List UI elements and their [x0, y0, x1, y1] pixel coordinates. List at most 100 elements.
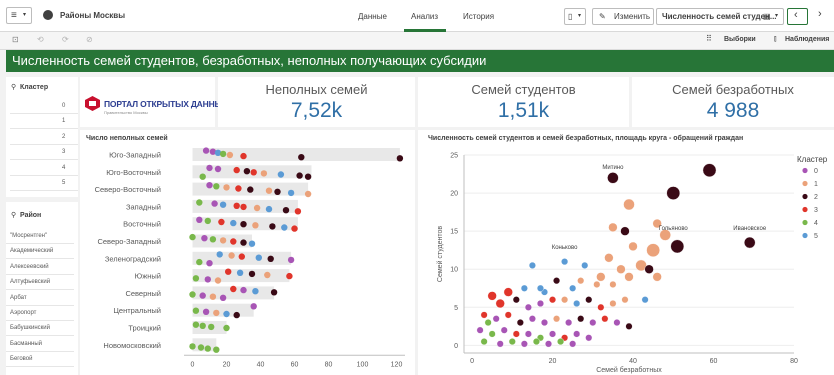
district-bubble[interactable] — [536, 299, 544, 307]
district-bubble[interactable] — [641, 296, 649, 304]
district-point[interactable] — [209, 293, 217, 300]
district-point[interactable] — [304, 190, 312, 198]
district-point[interactable] — [248, 240, 256, 247]
district-point[interactable] — [204, 217, 211, 225]
district-point[interactable] — [286, 272, 293, 280]
district-bubble[interactable] — [500, 326, 508, 334]
district-point[interactable] — [294, 208, 302, 215]
district-point[interactable] — [233, 166, 240, 174]
district-point[interactable] — [240, 221, 247, 228]
district-bubble[interactable] — [561, 296, 569, 304]
district-point[interactable] — [264, 271, 271, 279]
district-point[interactable] — [277, 171, 285, 178]
observations-button[interactable]: Наблюдения — [785, 36, 829, 43]
district-point[interactable] — [243, 168, 251, 175]
district-point[interactable] — [250, 169, 257, 176]
district-point[interactable] — [192, 307, 200, 314]
district-list-item[interactable]: Академический — [6, 244, 74, 260]
district-bubble[interactable] — [565, 319, 573, 327]
previous-sheet-button[interactable]: ‹ — [787, 8, 808, 25]
legend-marker[interactable] — [802, 232, 808, 239]
cluster-list-item[interactable]: 1 — [10, 114, 78, 130]
cluster-list-item[interactable]: 5 — [10, 176, 78, 191]
district-bubble[interactable] — [520, 284, 528, 292]
district-point[interactable] — [218, 218, 225, 226]
district-point[interactable] — [196, 216, 203, 223]
district-point[interactable] — [236, 269, 244, 276]
legend-marker[interactable] — [802, 167, 808, 174]
legend-marker[interactable] — [802, 219, 808, 226]
district-bubble[interactable] — [516, 319, 524, 327]
district-bubble[interactable] — [520, 340, 528, 348]
district-bubble[interactable] — [495, 298, 505, 309]
district-point[interactable] — [189, 233, 196, 241]
district-bubble[interactable] — [488, 330, 496, 338]
district-point[interactable] — [219, 237, 227, 244]
bookmark-button[interactable]: ▯ ▾ — [564, 8, 586, 25]
district-bubble[interactable] — [613, 319, 621, 327]
district-point[interactable] — [206, 182, 213, 189]
district-bubble[interactable] — [508, 338, 516, 346]
district-bubble[interactable] — [620, 226, 630, 236]
district-point[interactable] — [281, 224, 288, 231]
district-list-item[interactable]: "Мосрентген" — [6, 229, 74, 244]
district-point[interactable] — [233, 311, 240, 319]
cluster-list-item[interactable]: 0 — [10, 99, 78, 114]
search-icon[interactable]: ⚲ — [11, 211, 16, 219]
district-bubble[interactable] — [581, 261, 589, 269]
district-bubble[interactable] — [601, 315, 609, 323]
district-bubble[interactable] — [504, 311, 512, 319]
district-point[interactable] — [189, 291, 196, 298]
district-bubble[interactable] — [608, 222, 618, 232]
district-point[interactable] — [396, 155, 404, 162]
district-point[interactable] — [228, 252, 235, 259]
district-point[interactable] — [214, 277, 222, 284]
legend-marker[interactable] — [802, 180, 808, 187]
district-point[interactable] — [240, 152, 247, 160]
district-bubble[interactable] — [577, 277, 585, 285]
district-point[interactable] — [274, 188, 281, 195]
district-bubble[interactable] — [593, 280, 601, 288]
district-bubble[interactable] — [480, 311, 488, 319]
district-point[interactable] — [219, 150, 227, 158]
district-point[interactable] — [213, 309, 220, 317]
district-point[interactable] — [199, 292, 206, 299]
district-bubble[interactable] — [524, 303, 532, 311]
district-point[interactable] — [252, 288, 259, 295]
district-point[interactable] — [199, 322, 206, 329]
district-point[interactable] — [208, 323, 215, 331]
district-bubble[interactable] — [540, 319, 548, 327]
next-sheet-button[interactable]: › — [812, 8, 832, 25]
district-point[interactable] — [226, 151, 234, 159]
district-bubble[interactable] — [553, 315, 561, 323]
district-point[interactable] — [189, 343, 196, 350]
district-bubble[interactable] — [487, 291, 497, 301]
district-point[interactable] — [223, 184, 230, 191]
district-point[interactable] — [192, 321, 200, 328]
district-bubble[interactable] — [625, 322, 633, 330]
district-bubble[interactable] — [553, 277, 561, 285]
district-point[interactable] — [270, 289, 278, 296]
district-bubble[interactable] — [609, 280, 617, 288]
district-list-item[interactable]: Алексеевский — [6, 260, 74, 275]
district-list-item[interactable]: Басманный — [6, 337, 74, 352]
district-point[interactable] — [204, 276, 211, 283]
district-point[interactable] — [233, 202, 240, 209]
district-point[interactable] — [230, 238, 237, 245]
district-bubble[interactable] — [585, 296, 593, 304]
district-list-item[interactable]: Арбат — [6, 291, 74, 306]
district-bubble[interactable] — [476, 326, 484, 334]
district-point[interactable] — [214, 165, 222, 173]
tab-data[interactable]: Данные — [358, 12, 387, 21]
district-bubble[interactable] — [536, 284, 544, 292]
cluster-list-item[interactable]: 3 — [10, 145, 78, 161]
district-point[interactable] — [304, 173, 312, 180]
district-bubble[interactable] — [573, 299, 581, 307]
district-bubble[interactable] — [624, 272, 634, 282]
step-forward-icon[interactable]: ⟳ — [62, 35, 69, 44]
district-point[interactable] — [265, 205, 273, 213]
district-point[interactable] — [219, 294, 227, 301]
district-bubble[interactable] — [492, 315, 500, 323]
district-point[interactable] — [192, 275, 200, 282]
district-bubble[interactable] — [528, 315, 536, 323]
